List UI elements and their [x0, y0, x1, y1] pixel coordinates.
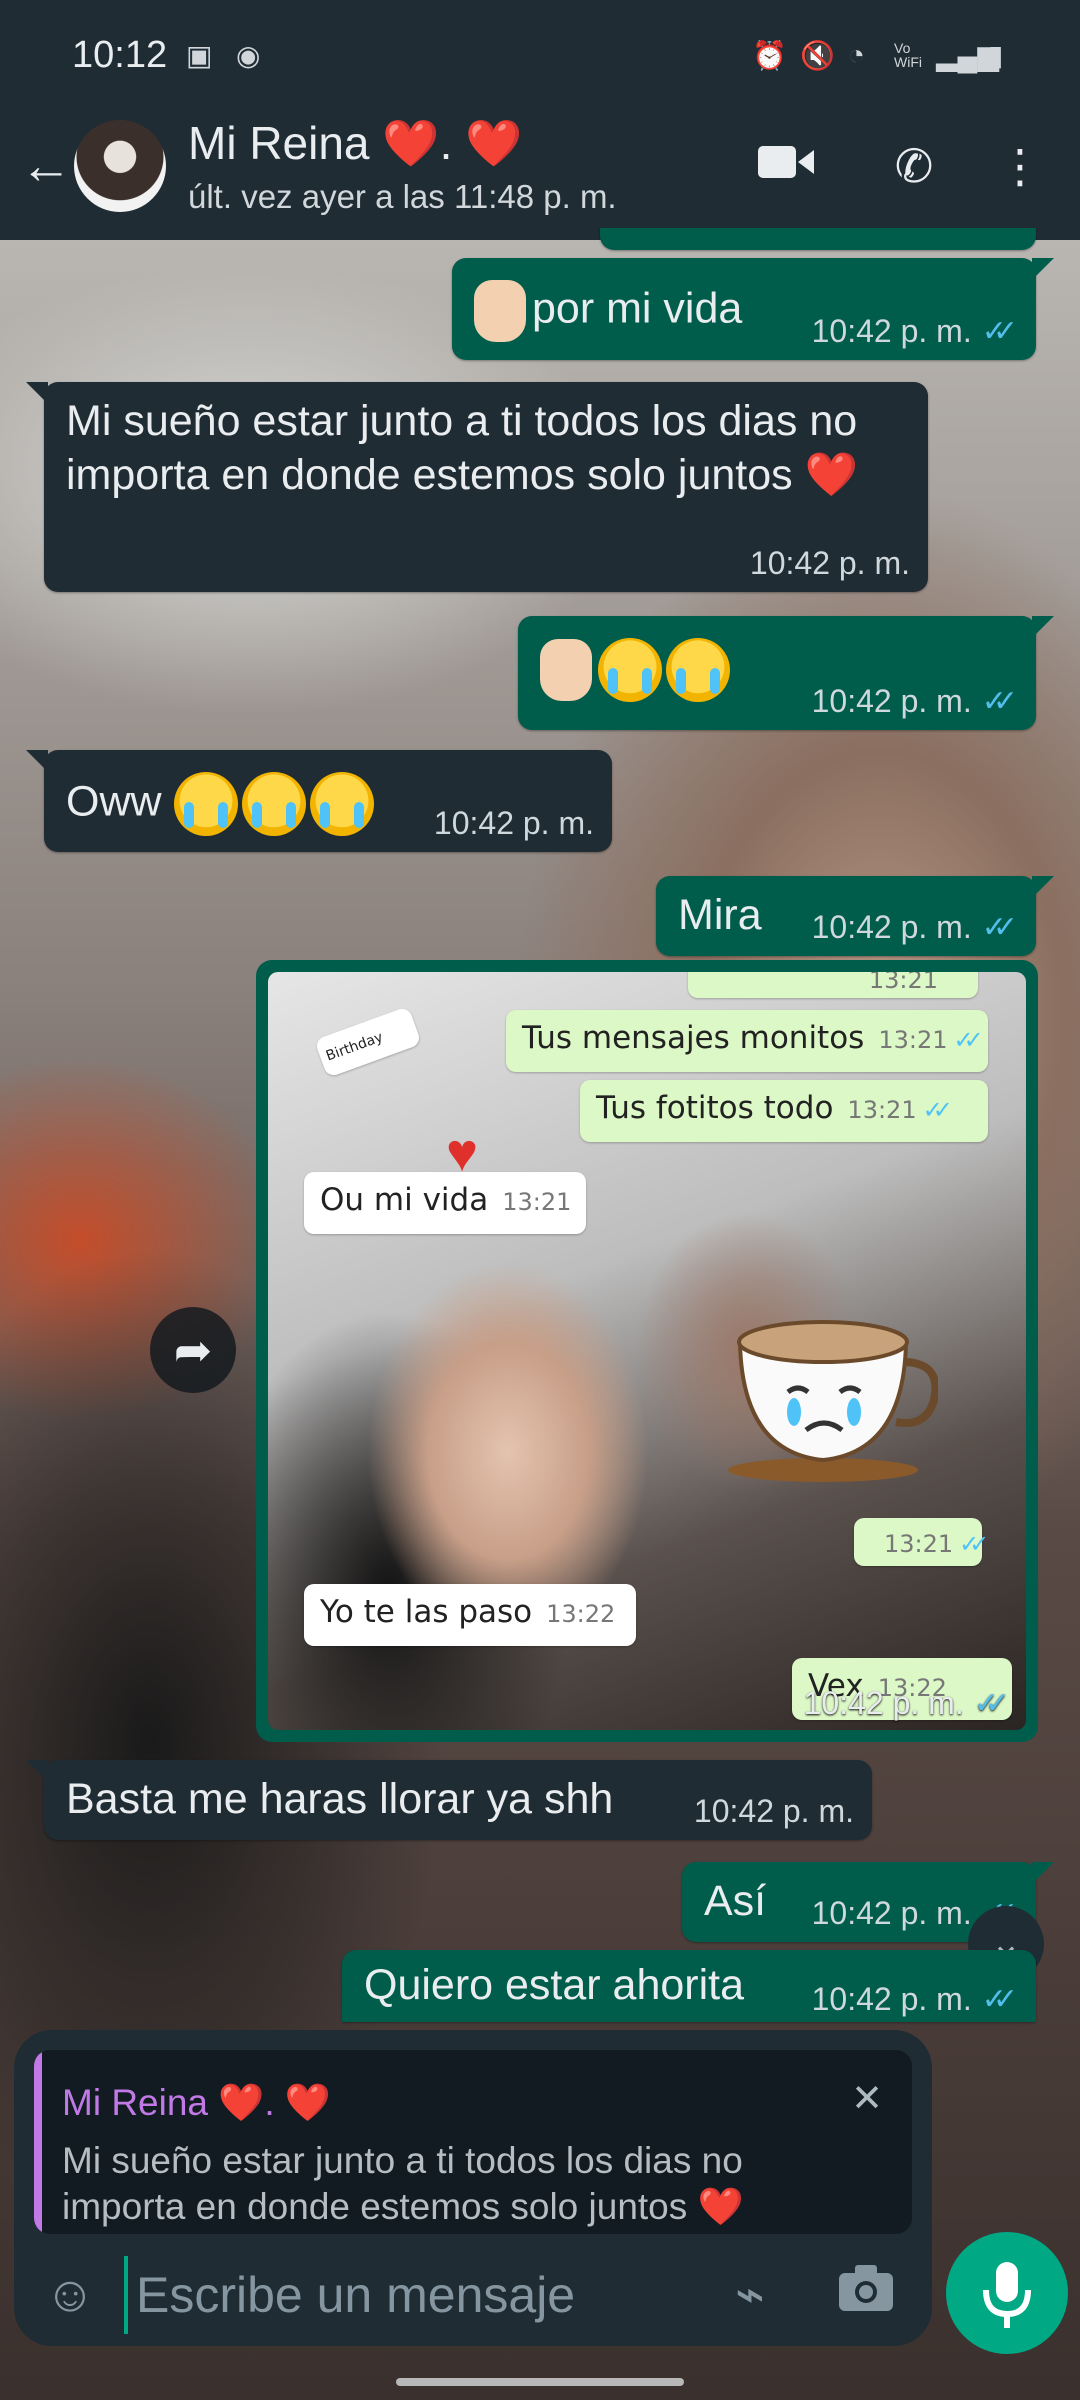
message-composer: Mi Reina ❤️. ❤️ Mi sueño estar junto a t…: [14, 2030, 932, 2346]
message-meta: 10:42 p. m. ✓✓: [812, 683, 1018, 720]
message-meta: 10:42 p. m. ✓✓: [804, 1685, 1010, 1722]
message-time: 10:42 p. m.: [693, 1793, 854, 1829]
reply-sender-name: Mi Reina ❤️. ❤️: [62, 2082, 331, 2123]
message-text: por mi vida: [532, 284, 743, 333]
image-bubble-time: 13:21: [502, 1188, 572, 1216]
image-bubble-text: Tus fotitos todo: [596, 1090, 834, 1126]
message-text: Quiero estar ahorita: [364, 1961, 745, 2009]
back-arrow-icon[interactable]: ←: [16, 136, 76, 196]
message-time: 10:42 p. m.: [749, 545, 910, 581]
message-bubble-incoming[interactable]: Mi sueño estar junto a ti todos los dias…: [26, 382, 928, 592]
read-receipt-icon: ✓✓: [981, 911, 1018, 944]
message-bubble-outgoing[interactable]: 10:42 p. m. ✓✓: [518, 616, 1054, 730]
close-reply-icon[interactable]: ✕: [842, 2074, 892, 2124]
microphone-icon: [983, 2262, 1031, 2328]
voice-call-icon[interactable]: ✆: [884, 136, 944, 196]
shared-screenshot-image[interactable]: 13:21 Birthday Tus mensajes monitos 13:21…: [268, 972, 1026, 1730]
image-bubble-partial: 13:21: [688, 972, 978, 998]
attachment-icon[interactable]: ⌁: [720, 2264, 780, 2324]
message-time: 10:42 p. m.: [811, 1981, 972, 2017]
wifi-icon: ◔: [848, 39, 865, 70]
reply-accent-bar: [34, 2050, 42, 2234]
crying-coffee-cup-sticker: [728, 1320, 938, 1482]
image-bubble-time: 13:21: [847, 1096, 917, 1124]
message-time: 10:42 p. m.: [811, 313, 972, 349]
read-receipt-icon: ✓✓: [959, 1530, 989, 1558]
message-bubble-incoming[interactable]: Oww 10:42 p. m.: [26, 750, 612, 852]
crying-face-emoji: [309, 772, 374, 836]
read-receipt-icon: ✓✓: [981, 1983, 1018, 2016]
read-receipt-icon: ✓✓: [981, 685, 1018, 718]
discord-notification-icon: ◉: [236, 39, 261, 71]
message-bubble-outgoing[interactable]: Mira 10:42 p. m. ✓✓: [656, 876, 1054, 956]
message-time: 10:42 p. m.: [803, 1685, 964, 1721]
message-time: 10:42 p. m.: [811, 1895, 972, 1931]
message-meta: 10:42 p. m. ✓✓: [812, 313, 1018, 350]
battery-icon: ▮: [988, 39, 1004, 71]
message-text: Basta me haras llorar ya shh: [66, 1775, 614, 1823]
message-bubble-outgoing[interactable]: Quiero estar ahorita 10:42 p. m. ✓✓: [342, 1950, 1036, 2022]
message-time: 10:42 p. m.: [811, 683, 972, 719]
image-bubble: Yo te las paso 13:22: [304, 1584, 636, 1646]
home-indicator[interactable]: [396, 2378, 684, 2386]
crying-face-emoji: [598, 638, 662, 702]
image-bubble-text: Yo te las paso: [320, 1594, 533, 1630]
image-bubble: Tus mensajes monitos 13:21 ✓✓: [506, 1010, 988, 1072]
crying-face-emoji: [173, 772, 238, 836]
read-receipt-icon: ✓✓: [981, 315, 1018, 348]
video-call-icon[interactable]: [756, 136, 816, 196]
message-meta: 10:42 p. m. ✓✓: [812, 909, 1018, 946]
status-bar: 10:12 ▣ ◉ ⏰ 🔇 ◔ Vo WiFi ▂▄▆ ▮: [0, 0, 1080, 92]
contact-name[interactable]: Mi Reina ❤️. ❤️: [188, 116, 522, 171]
reply-quoted-text: Mi sueño estar junto a ti todos los dias…: [62, 2140, 744, 2227]
image-bubble-time: 13:21: [884, 1530, 954, 1558]
message-meta: 10:42 p. m.: [694, 1793, 854, 1830]
message-text: Mira: [678, 891, 762, 939]
image-bubble-time: 13:22: [546, 1600, 616, 1628]
image-bubble: 13:21 ✓✓: [854, 1518, 990, 1566]
read-receipt-icon: ✓✓: [922, 1096, 953, 1124]
read-receipt-icon: ✓✓: [973, 1687, 1010, 1720]
image-bubble: Ou mi vida 13:21: [304, 1172, 586, 1234]
message-time: 10:42 p. m.: [811, 909, 972, 945]
contact-avatar[interactable]: [74, 120, 166, 212]
image-bubble-text: Tus mensajes monitos: [522, 1020, 865, 1056]
image-bubble-time: 13:21: [878, 1026, 948, 1054]
alarm-icon: ⏰: [752, 39, 787, 71]
mute-icon: 🔇: [800, 39, 835, 71]
message-text: Oww: [66, 777, 162, 826]
message-bubble-incoming[interactable]: Basta me haras llorar ya shh 10:42 p. m.: [26, 1760, 872, 1840]
message-bubble-partial[interactable]: [600, 228, 1036, 250]
more-options-icon[interactable]: ⋮: [990, 136, 1050, 196]
message-text: Mi sueño estar junto a ti todos los dias…: [66, 397, 859, 499]
image-bubble-time: 13:21: [868, 972, 938, 994]
message-text: Así: [704, 1877, 767, 1925]
chat-header: ← Mi Reina ❤️. ❤️ últ. vez ayer a las 11…: [0, 92, 1080, 240]
vowifi-label: Vo WiFi: [894, 40, 922, 70]
voice-record-button[interactable]: [946, 2232, 1068, 2354]
message-time: 10:42 p. m.: [433, 805, 594, 841]
crying-face-emoji: [241, 772, 306, 836]
image-bubble-text: Ou mi vida: [320, 1182, 489, 1218]
message-input[interactable]: [124, 2256, 618, 2334]
raised-hand-emoji: [474, 280, 526, 342]
emoji-row: [540, 638, 734, 702]
message-meta: 10:42 p. m.: [750, 545, 910, 582]
crying-face-emoji: [666, 638, 730, 702]
emoji-picker-icon[interactable]: ☺: [40, 2264, 100, 2324]
status-time: 10:12: [72, 34, 168, 76]
gallery-notification-icon: ▣: [186, 39, 213, 71]
raised-hand-emoji: [540, 639, 592, 701]
image-message[interactable]: 13:21 Birthday Tus mensajes monitos 13:21…: [256, 960, 1038, 1742]
read-receipt-icon: ✓✓: [953, 1026, 984, 1054]
message-bubble-outgoing[interactable]: por mi vida 10:42 p. m. ✓✓: [452, 258, 1054, 360]
camera-icon[interactable]: [836, 2264, 896, 2324]
message-meta: 10:42 p. m.: [434, 805, 594, 842]
message-meta: 10:42 p. m. ✓✓: [812, 1981, 1018, 2018]
reply-preview[interactable]: Mi Reina ❤️. ❤️ Mi sueño estar junto a t…: [34, 2050, 912, 2234]
sticker-label: Birthday: [314, 1006, 422, 1078]
last-seen-status: últ. vez ayer a las 11:48 p. m.: [188, 178, 617, 215]
image-bubble: Tus fotitos todo 13:21 ✓✓: [580, 1080, 988, 1142]
forward-icon[interactable]: ➦: [150, 1307, 236, 1393]
